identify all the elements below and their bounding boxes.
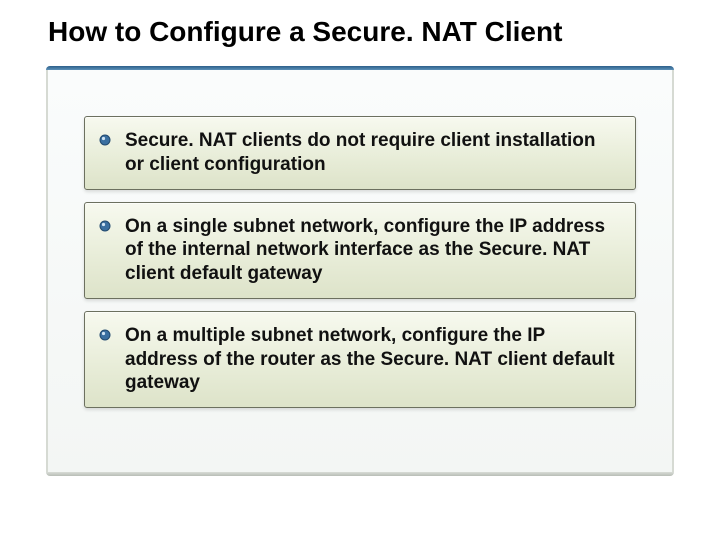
list-item: Secure. NAT clients do not require clien… (84, 116, 636, 190)
bullet-icon (99, 220, 111, 232)
list-item-text: On a multiple subnet network, configure … (125, 325, 615, 394)
slide: How to Configure a Secure. NAT Client Se… (0, 0, 720, 540)
panel-border-right (672, 70, 674, 472)
slide-title: How to Configure a Secure. NAT Client (48, 16, 562, 48)
bullet-icon (99, 329, 111, 341)
bullet-icon (99, 134, 111, 146)
content-panel: Secure. NAT clients do not require clien… (46, 66, 674, 476)
list-item: On a single subnet network, configure th… (84, 202, 636, 299)
list-item-text: Secure. NAT clients do not require clien… (125, 130, 596, 175)
bullet-list: Secure. NAT clients do not require clien… (84, 116, 636, 420)
list-item: On a multiple subnet network, configure … (84, 311, 636, 408)
list-item-text: On a single subnet network, configure th… (125, 216, 605, 285)
panel-border-left (46, 70, 48, 472)
